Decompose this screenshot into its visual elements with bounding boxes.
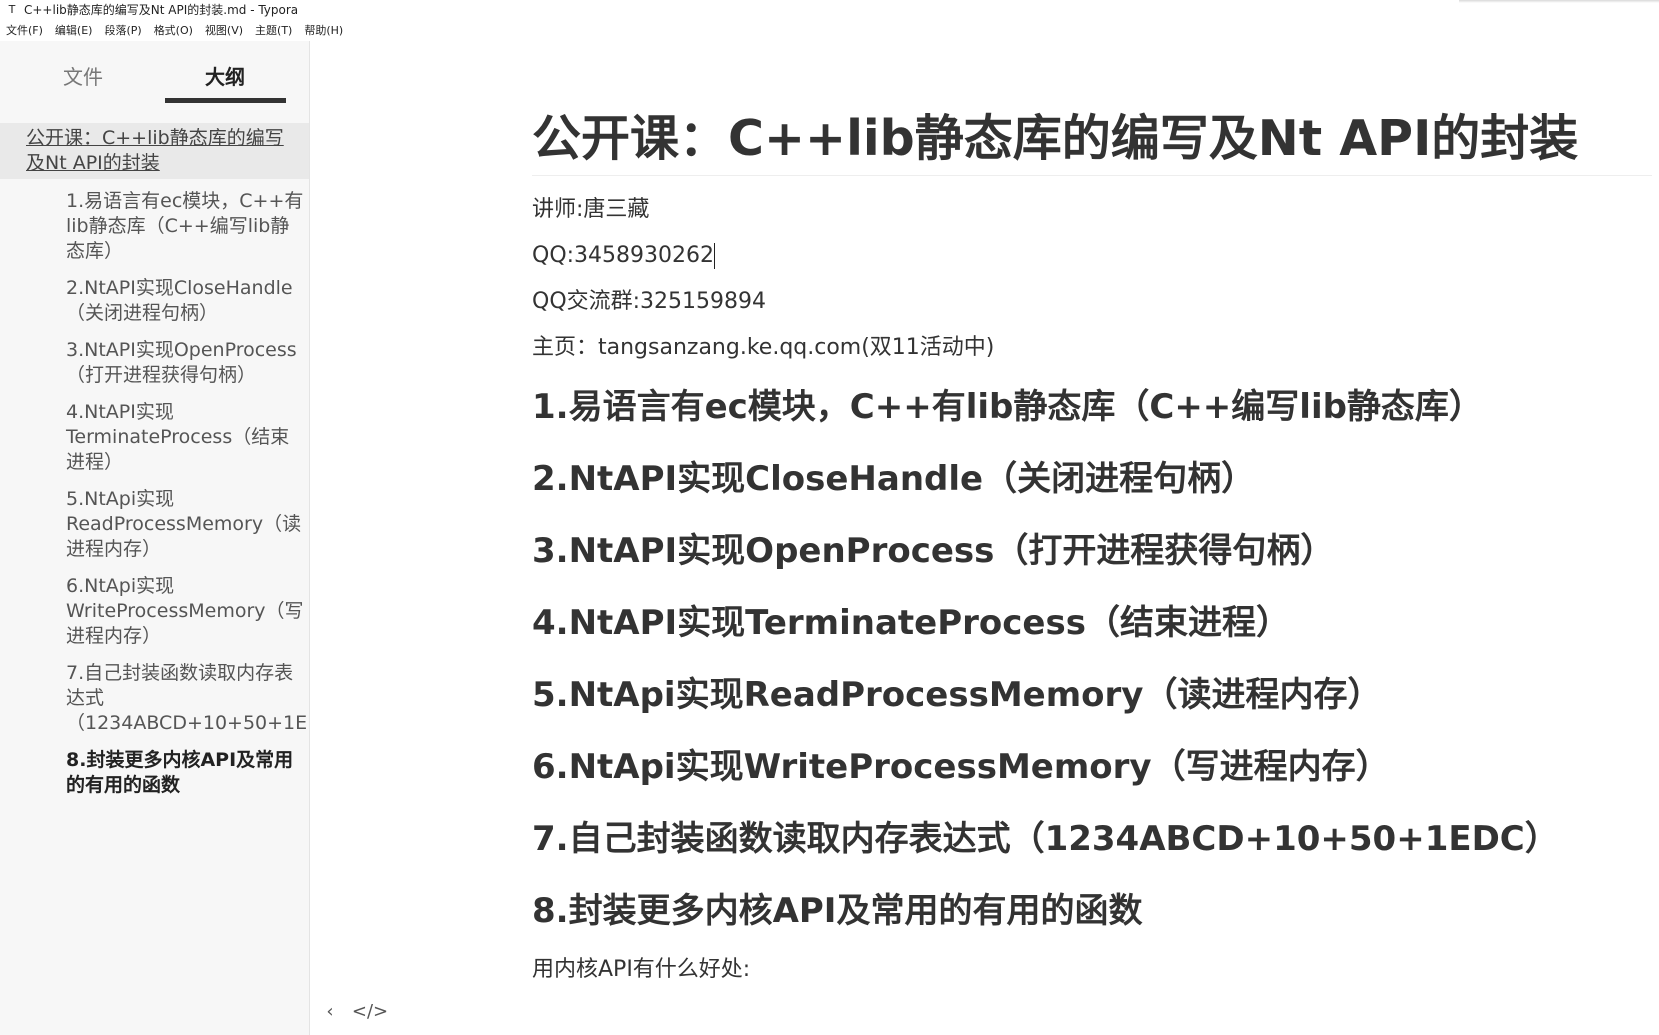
title-bar-shadow <box>1459 0 1659 3</box>
document: 公开课：C++lib静态库的编写及Nt API的封装 讲师:唐三藏 QQ:345… <box>532 107 1652 986</box>
title-bar: T C++lib静态库的编写及Nt API的封装.md - Typora <box>0 0 1659 18</box>
menu-bar: 文件(F) 编辑(E) 段落(P) 格式(O) 视图(V) 主题(T) 帮助(H… <box>0 19 349 41</box>
body-paragraph[interactable]: 用内核API有什么好处: <box>532 954 1652 986</box>
outline-item-7[interactable]: 7.自己封装函数读取内存表达式（1234ABCD+10+50+1EDC） <box>0 661 309 736</box>
heading-3[interactable]: 3.NtAPI实现OpenProcess（打开进程获得句柄） <box>532 528 1652 574</box>
heading-6[interactable]: 6.NtApi实现WriteProcessMemory（写进程内存） <box>532 744 1652 790</box>
text-cursor <box>714 243 716 269</box>
heading-1[interactable]: 1.易语言有ec模块，C++有lib静态库（C++编写lib静态库） <box>532 384 1652 430</box>
qq-group-line[interactable]: QQ交流群:325159894 <box>532 286 1652 318</box>
window-title: C++lib静态库的编写及Nt API的封装.md - Typora <box>24 2 299 17</box>
outline-item-4[interactable]: 4.NtAPI实现TerminateProcess（结束进程） <box>0 400 306 475</box>
menu-format[interactable]: 格式(O) <box>148 22 199 38</box>
heading-4[interactable]: 4.NtAPI实现TerminateProcess（结束进程） <box>532 600 1652 646</box>
document-title[interactable]: 公开课：C++lib静态库的编写及Nt API的封装 <box>532 107 1652 176</box>
heading-8[interactable]: 8.封装更多内核API及常用的有用的函数 <box>532 888 1652 934</box>
outline-item-title[interactable]: 公开课：C++lib静态库的编写及Nt API的封装 <box>0 123 309 179</box>
menu-theme[interactable]: 主题(T) <box>249 22 298 38</box>
typora-app-icon: T <box>8 2 16 16</box>
active-tab-indicator <box>165 98 286 103</box>
menu-view[interactable]: 视图(V) <box>199 22 249 38</box>
outline-item-1[interactable]: 1.易语言有ec模块，C++有lib静态库（C++编写lib静态库） <box>0 189 306 264</box>
heading-2[interactable]: 2.NtAPI实现CloseHandle（关闭进程句柄） <box>532 456 1652 502</box>
menu-edit[interactable]: 编辑(E) <box>49 22 99 38</box>
menu-file[interactable]: 文件(F) <box>0 22 49 38</box>
menu-paragraph[interactable]: 段落(P) <box>98 22 147 38</box>
outline-item-2[interactable]: 2.NtAPI实现CloseHandle（关闭进程句柄） <box>0 276 306 326</box>
sidebar-footer: ‹ </> <box>310 996 390 1026</box>
outline-item-3[interactable]: 3.NtAPI实现OpenProcess（打开进程获得句柄） <box>0 338 306 388</box>
chevron-left-icon[interactable]: ‹ <box>310 1001 350 1022</box>
outline-item-6[interactable]: 6.NtApi实现WriteProcessMemory（写进程内存） <box>0 574 306 649</box>
tab-outline[interactable]: 大纲 <box>165 61 285 90</box>
sidebar-tabs: 文件 大纲 <box>0 41 309 105</box>
heading-7[interactable]: 7.自己封装函数读取内存表达式（1234ABCD+10+50+1EDC） <box>532 816 1652 862</box>
homepage-line[interactable]: 主页：tangsanzang.ke.qq.com(双11活动中) <box>532 332 1652 364</box>
qq-line[interactable]: QQ:3458930262 <box>532 240 1652 272</box>
lecturer-line[interactable]: 讲师:唐三藏 <box>532 194 1652 226</box>
sidebar: 文件 大纲 公开课：C++lib静态库的编写及Nt API的封装 1.易语言有e… <box>0 41 310 1035</box>
menu-help[interactable]: 帮助(H) <box>298 22 349 38</box>
source-code-icon[interactable]: </> <box>350 1001 390 1022</box>
tab-files[interactable]: 文件 <box>62 61 104 90</box>
outline-list: 公开课：C++lib静态库的编写及Nt API的封装 1.易语言有ec模块，C+… <box>0 123 309 810</box>
editor[interactable]: 公开课：C++lib静态库的编写及Nt API的封装 讲师:唐三藏 QQ:345… <box>310 41 1659 1035</box>
outline-item-8[interactable]: 8.封装更多内核API及常用的有用的函数 <box>0 748 306 798</box>
heading-5[interactable]: 5.NtApi实现ReadProcessMemory（读进程内存） <box>532 672 1652 718</box>
qq-text: QQ:3458930262 <box>532 243 715 268</box>
outline-item-5[interactable]: 5.NtApi实现ReadProcessMemory（读进程内存） <box>0 487 306 562</box>
